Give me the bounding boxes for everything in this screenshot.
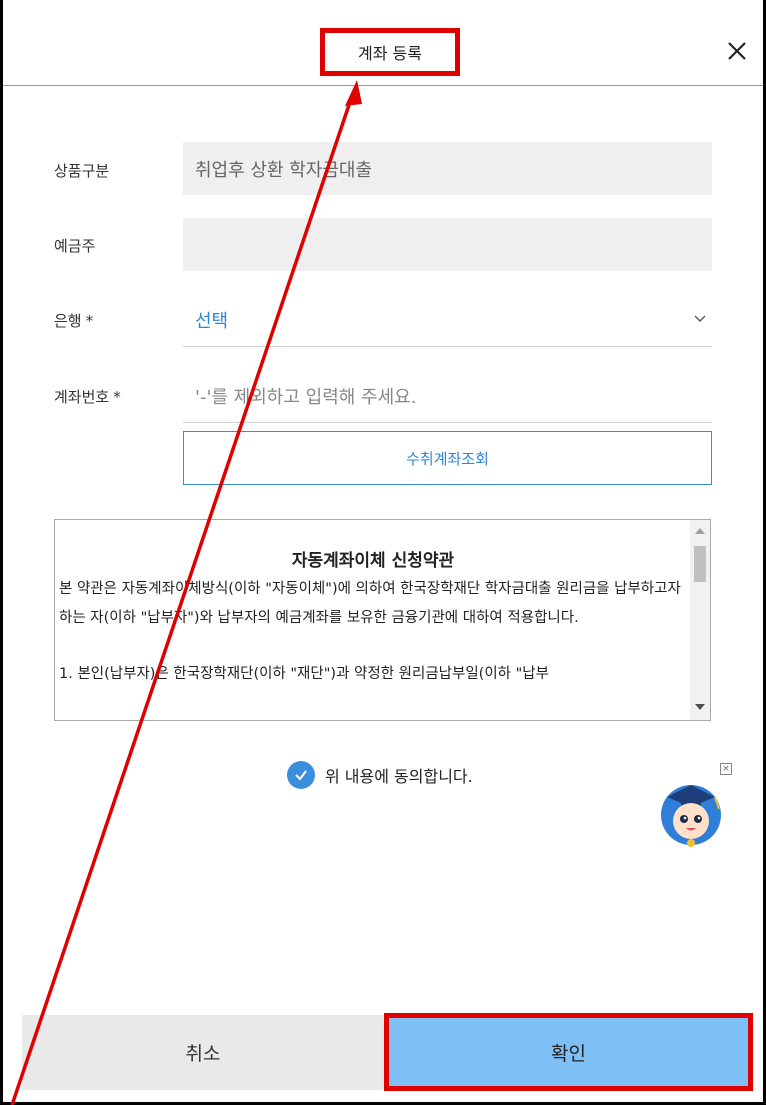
- terms-box[interactable]: 자동계좌이체 신청약관 본 약관은 자동계좌이체방식(이하 "자동이체")에 의…: [54, 519, 711, 721]
- close-icon: [728, 42, 746, 60]
- scroll-up-arrow-icon[interactable]: [695, 528, 705, 534]
- terms-content: 자동계좌이체 신청약관 본 약관은 자동계좌이체방식(이하 "자동이체")에 의…: [55, 520, 689, 720]
- agree-label: 위 내용에 동의합니다.: [325, 767, 473, 786]
- dialog-header: 계좌 등록: [3, 0, 763, 86]
- bank-label: 은행 *: [54, 310, 93, 331]
- close-button[interactable]: [722, 36, 752, 66]
- required-mark: *: [113, 388, 121, 406]
- terms-scrollbar[interactable]: [690, 520, 710, 720]
- terms-title: 자동계좌이체 신청약관: [291, 551, 455, 571]
- dialog-title: 계좌 등록: [320, 28, 460, 76]
- holder-label: 예금주: [54, 235, 95, 256]
- product-field: 취업후 상환 학자금대출: [183, 142, 712, 195]
- account-lookup-button[interactable]: 수취계좌조회: [183, 431, 712, 485]
- dialog: 계좌 등록 상품구분 취업후 상환 학자금대출 예금주 은행 * 선택 계좌번호 *…: [0, 0, 766, 1105]
- bank-select-value: 선택: [195, 311, 229, 332]
- product-value: 취업후 상환 학자금대출: [195, 159, 373, 181]
- chevron-down-icon: [694, 315, 706, 322]
- mascot-icon[interactable]: [653, 773, 729, 849]
- terms-body: 본 약관은 자동계좌이체방식(이하 "자동이체")에 의하여 한국장학재단 학자…: [59, 581, 681, 626]
- account-number-input[interactable]: '-'를 제외하고 입력해 주세요.: [183, 370, 712, 423]
- holder-label-text: 예금주: [54, 237, 96, 255]
- bank-select[interactable]: 선택: [183, 294, 712, 347]
- account-label: 계좌번호 *: [54, 386, 121, 407]
- account-label-text: 계좌번호: [54, 388, 110, 406]
- account-placeholder: '-'를 제외하고 입력해 주세요.: [195, 387, 417, 408]
- product-label-text: 상품구분: [54, 162, 110, 180]
- product-label: 상품구분: [54, 160, 109, 181]
- terms-item: 1. 본인(납부자)은 한국장학재단(이하 "재단")과 약정한 원리금납부일(…: [59, 666, 549, 682]
- cancel-button[interactable]: 취소: [22, 1015, 384, 1090]
- agree-checkbox[interactable]: 위 내용에 동의합니다.: [287, 760, 473, 790]
- holder-field: [183, 218, 712, 271]
- scroll-down-arrow-icon[interactable]: [695, 704, 705, 710]
- scroll-thumb[interactable]: [694, 546, 706, 582]
- confirm-button[interactable]: 확인: [384, 1013, 753, 1091]
- checkmark-icon: [287, 761, 315, 789]
- bank-label-text: 은행: [54, 312, 82, 330]
- required-mark: *: [85, 312, 94, 330]
